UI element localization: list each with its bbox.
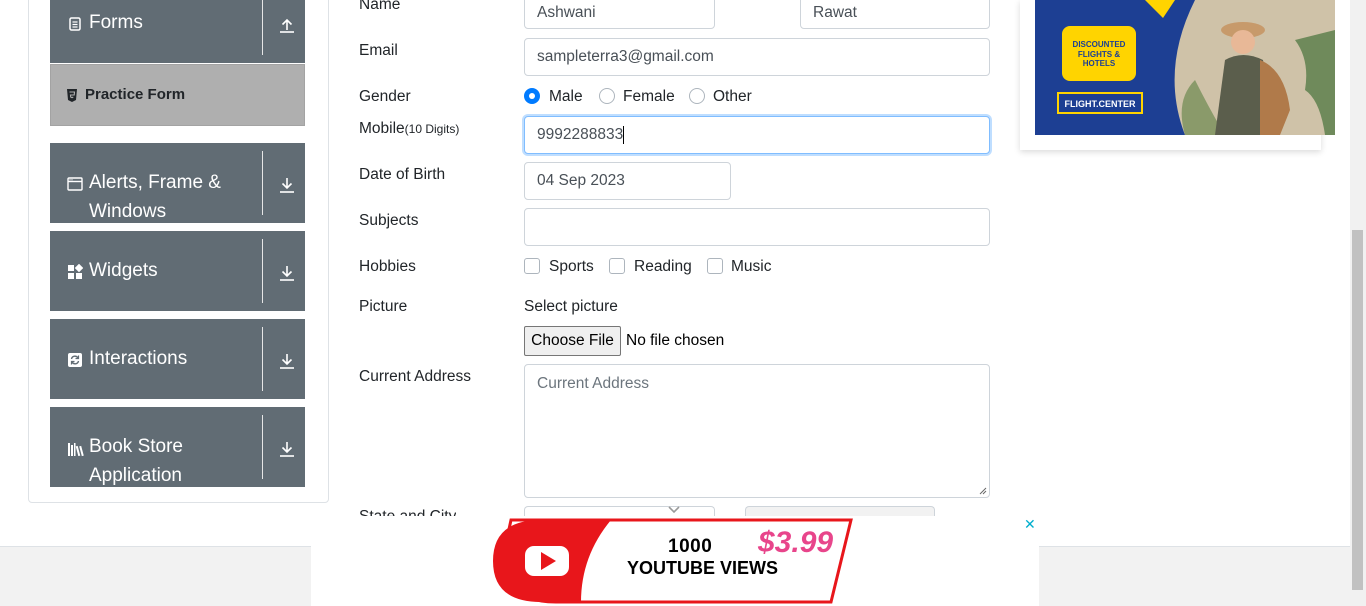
file-status-text: No file chosen xyxy=(626,332,725,349)
address-label: Current Address xyxy=(359,368,471,385)
address-placeholder: Current Address xyxy=(537,375,649,392)
books-icon xyxy=(68,443,84,457)
sidebar-group-alerts[interactable]: Alerts, Frame & Windows xyxy=(50,143,305,223)
hobby-reading-checkbox[interactable] xyxy=(609,258,625,274)
picture-label: Picture xyxy=(359,298,408,315)
arrow-down-icon[interactable] xyxy=(278,176,296,194)
interactions-icon xyxy=(68,353,82,367)
separator xyxy=(262,415,263,479)
chevron-down-icon xyxy=(668,506,680,514)
mobile-value: 9992288833 xyxy=(537,126,624,143)
dob-input[interactable]: 04 Sep 2023 xyxy=(524,162,731,200)
sidebar-group-label-line2: Application xyxy=(89,465,182,486)
gender-other-label[interactable]: Other xyxy=(713,88,752,106)
arrow-down-icon[interactable] xyxy=(278,264,296,282)
advertisement-bottom[interactable]: 1000 YOUTUBE VIEWS $3.99 xyxy=(311,516,1039,606)
text-caret xyxy=(623,125,625,144)
ad-top-line2: FLIGHTS & HOTELS xyxy=(1077,50,1121,68)
separator xyxy=(262,0,263,55)
sidebar-group-label: Widgets xyxy=(89,260,158,281)
sidebar-group-label: Interactions xyxy=(89,348,188,369)
name-label: Name xyxy=(359,0,401,13)
hobby-music-label[interactable]: Music xyxy=(731,258,771,276)
dob-label: Date of Birth xyxy=(359,166,446,183)
mobile-hint: (10 Digits) xyxy=(404,122,460,136)
advertisement-top[interactable]: DISCOUNTED FLIGHTS & HOTELS FLIGHT.CENTE… xyxy=(1020,0,1335,150)
gender-female-radio[interactable] xyxy=(599,88,615,104)
ad-image: DISCOUNTED FLIGHTS & HOTELS FLIGHT.CENTE… xyxy=(1035,0,1335,135)
sidebar-group-widgets[interactable]: Widgets xyxy=(50,231,305,311)
ad-top-line1: DISCOUNTED xyxy=(1072,40,1126,49)
sidebar-group-label: Book Store xyxy=(89,436,183,457)
mobile-label: Mobile(10 Digits) xyxy=(359,120,459,138)
gender-other-radio[interactable] xyxy=(689,88,705,104)
sidebar-group-label: Forms xyxy=(89,12,143,33)
hobby-sports-checkbox[interactable] xyxy=(524,258,540,274)
state-city-label: State and City xyxy=(359,508,456,516)
first-name-input[interactable]: Ashwani xyxy=(524,0,715,29)
sidebar-group-forms[interactable]: Forms xyxy=(50,0,305,63)
sidebar-item-label: Practice Form xyxy=(85,86,186,103)
email-input[interactable]: sampleterra3@gmail.com xyxy=(524,38,990,76)
sidebar-group-interactions[interactable]: Interactions xyxy=(50,319,305,399)
mobile-input[interactable]: 9992288833 xyxy=(524,116,990,154)
hobby-sports-label[interactable]: Sports xyxy=(549,258,594,276)
ad-top-brand: FLIGHT.CENTER xyxy=(1064,99,1136,109)
gender-male-label[interactable]: Male xyxy=(549,88,583,106)
resize-grip-icon[interactable] xyxy=(979,487,987,495)
separator xyxy=(262,151,263,215)
html5-icon xyxy=(67,89,77,102)
subjects-label: Subjects xyxy=(359,212,419,229)
sidebar-group-label-line2: Windows xyxy=(89,201,167,222)
sidebar-item-practice-form[interactable]: Practice Form xyxy=(50,64,305,126)
separator xyxy=(262,327,263,391)
window-icon xyxy=(67,177,83,191)
arrow-down-icon[interactable] xyxy=(278,440,296,458)
ad-close-button[interactable]: ✕ xyxy=(1024,516,1036,533)
hobby-reading-label[interactable]: Reading xyxy=(634,258,692,276)
sidebar-group-book-store[interactable]: Book Store Application xyxy=(50,407,305,487)
mobile-label-text: Mobile xyxy=(359,120,405,137)
last-name-input[interactable]: Rawat xyxy=(800,0,990,29)
scrollbar-thumb[interactable] xyxy=(1352,230,1363,590)
arrow-up-icon[interactable] xyxy=(278,16,296,34)
gender-label: Gender xyxy=(359,88,411,105)
gender-male-radio[interactable] xyxy=(524,88,540,104)
form-icon xyxy=(69,17,81,31)
widgets-icon xyxy=(68,264,83,279)
subjects-input[interactable] xyxy=(524,208,990,246)
ad-bottom-line2: YOUTUBE VIEWS xyxy=(627,558,779,578)
select-picture-label: Select picture xyxy=(524,298,618,315)
current-address-textarea[interactable]: Current Address xyxy=(524,364,990,498)
gender-female-label[interactable]: Female xyxy=(623,88,675,106)
practice-form-page: Forms Practice Form Alerts, Frame & Wind… xyxy=(0,0,1366,606)
hobby-music-checkbox[interactable] xyxy=(707,258,723,274)
separator xyxy=(262,239,263,303)
ad-bottom-price: $3.99 xyxy=(758,526,834,559)
hobbies-label: Hobbies xyxy=(359,258,416,275)
ad-bottom-line1: 1000 xyxy=(668,536,713,557)
arrow-down-icon[interactable] xyxy=(278,352,296,370)
sidebar-group-label: Alerts, Frame & xyxy=(89,172,221,193)
choose-file-button[interactable]: Choose File xyxy=(524,326,621,356)
email-label: Email xyxy=(359,42,398,59)
